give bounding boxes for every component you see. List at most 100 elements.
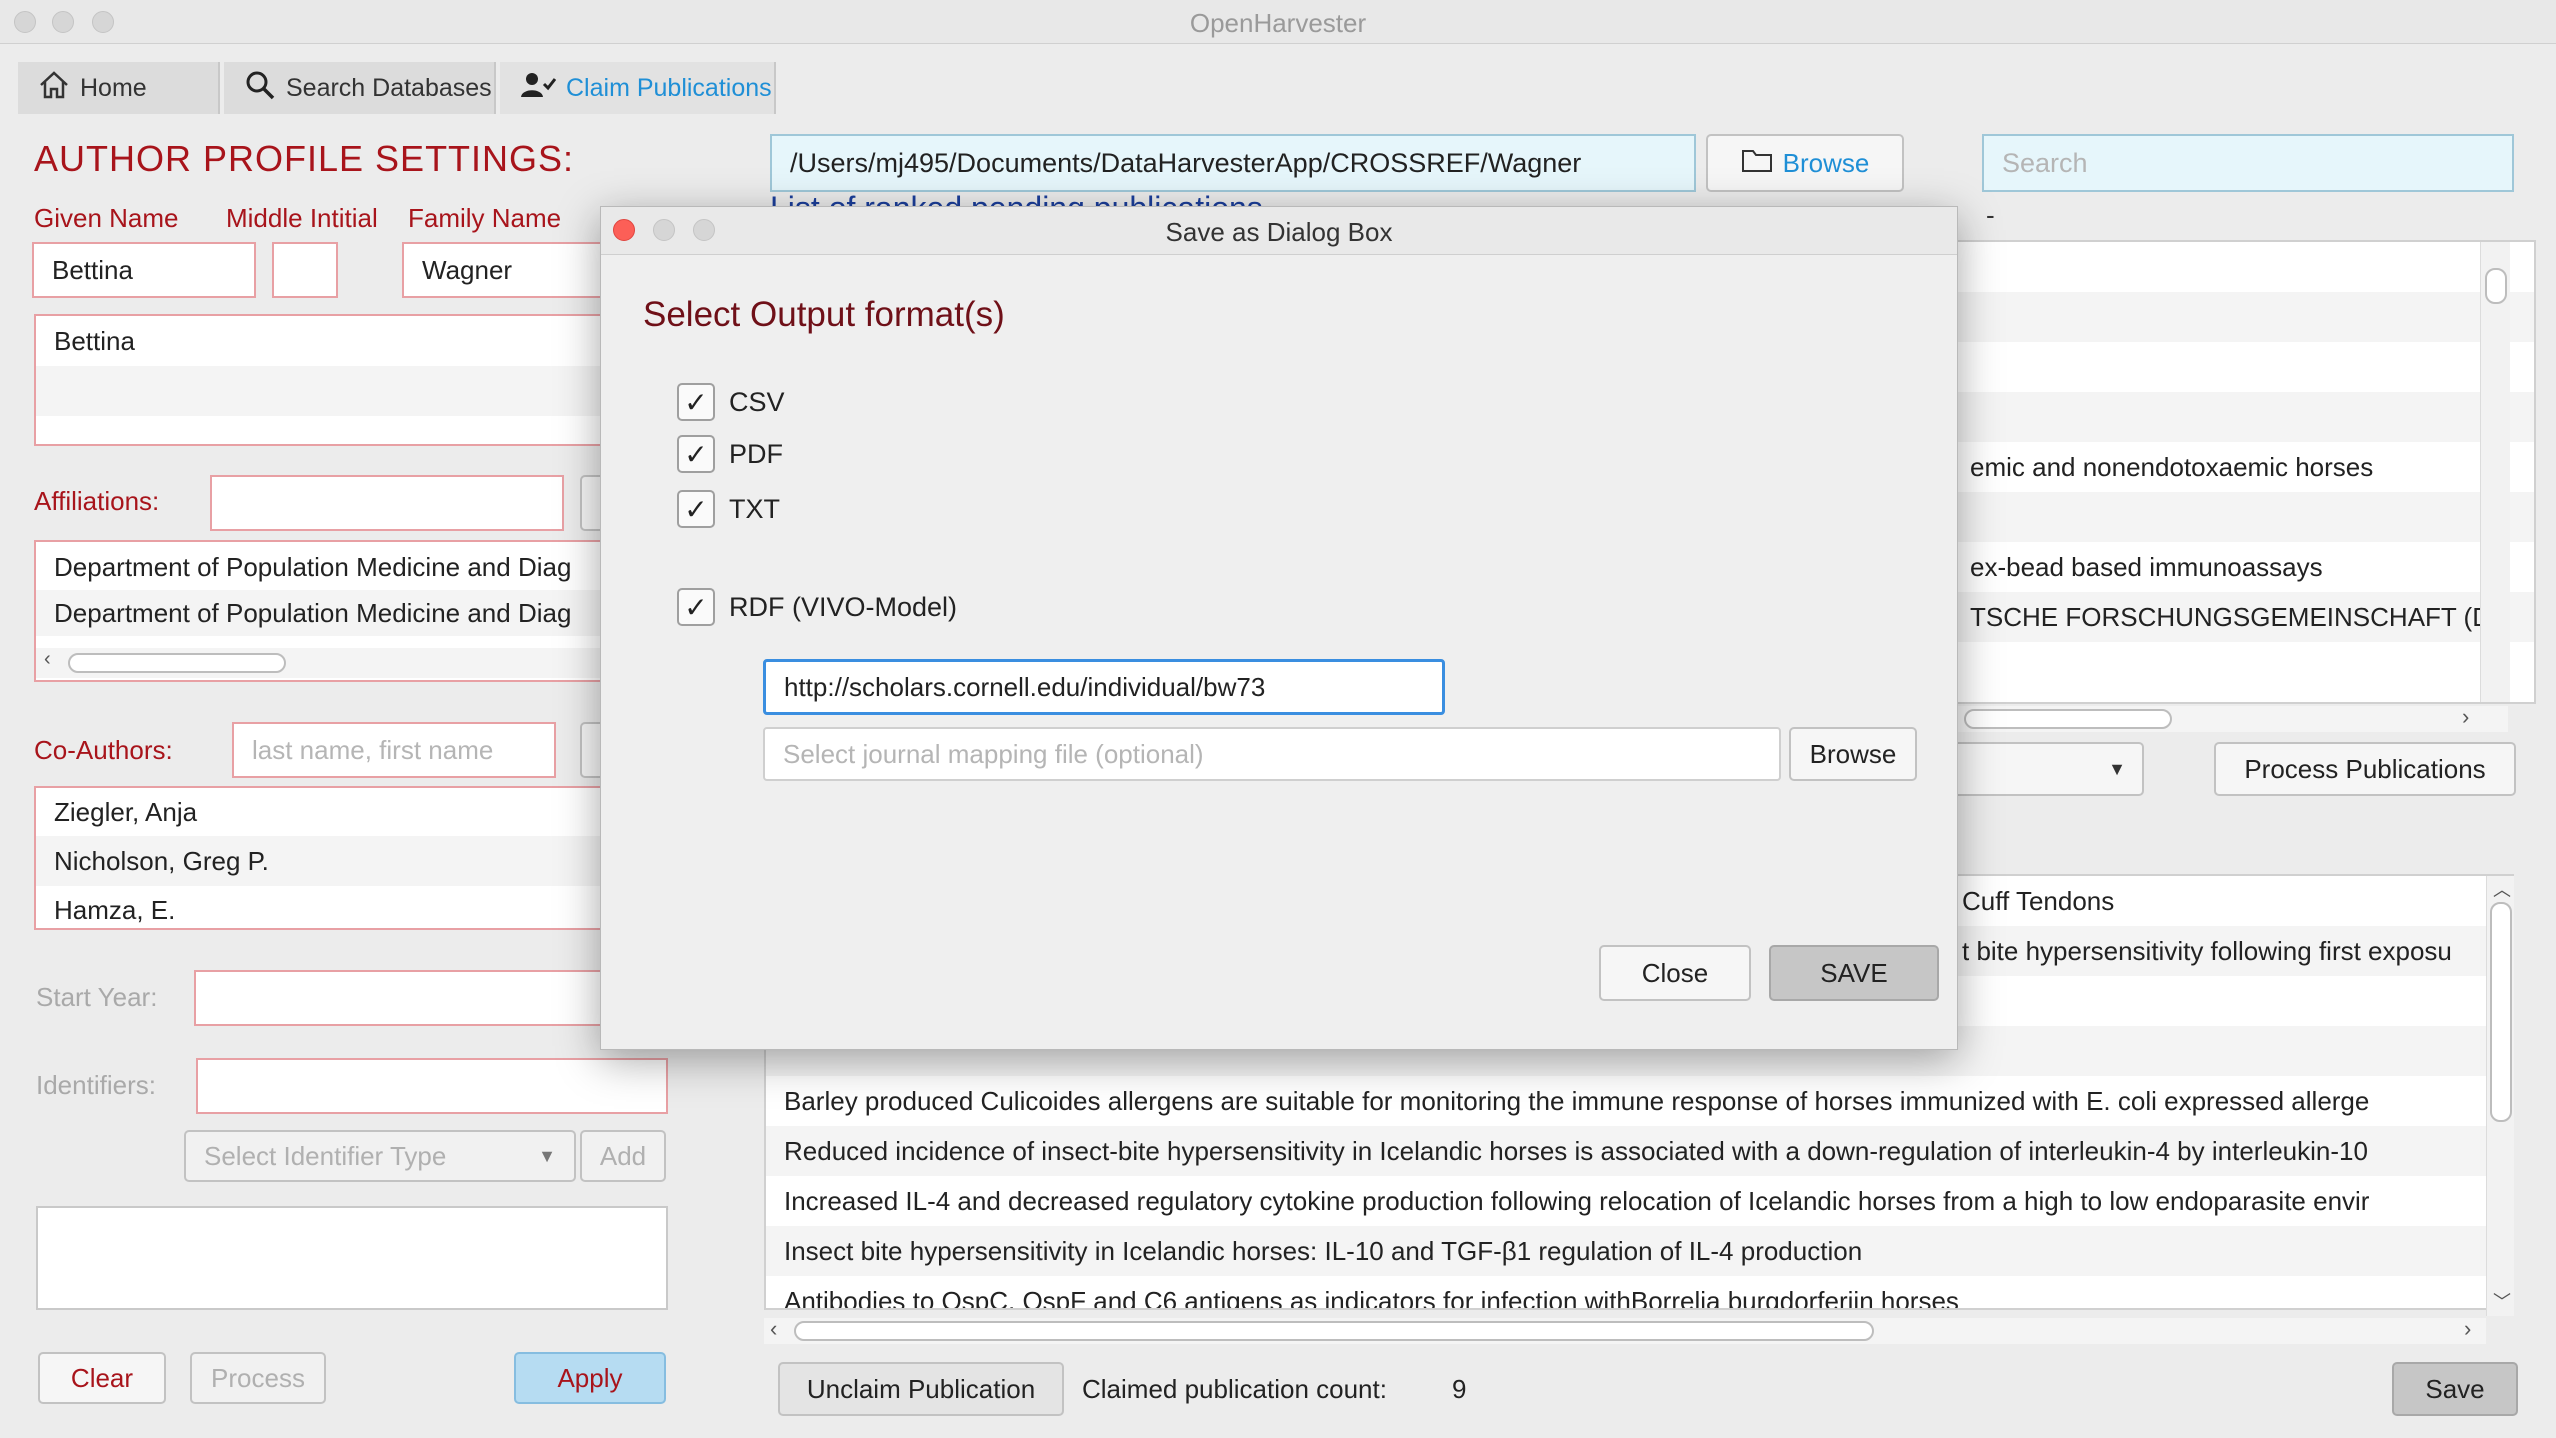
- search-input[interactable]: Search: [1982, 134, 2514, 192]
- list-item[interactable]: [1952, 492, 2534, 542]
- pdf-checkbox[interactable]: ✓: [677, 435, 715, 473]
- author-profile-heading: AUTHOR PROFILE SETTINGS:: [34, 138, 575, 179]
- check-icon: ✓: [684, 493, 708, 525]
- list-item[interactable]: [1952, 342, 2534, 392]
- scroll-left-icon[interactable]: ‹: [44, 648, 51, 671]
- list-item[interactable]: Nicholson, Greg P.: [36, 836, 622, 886]
- tab-claim-publications-label: Claim Publications: [566, 73, 772, 102]
- scrollbar-thumb[interactable]: [2490, 902, 2512, 1122]
- identifiers-list[interactable]: [36, 1206, 668, 1310]
- scroll-down-icon[interactable]: ﹀: [2493, 1288, 2511, 1314]
- list-item[interactable]: Reduced incidence of insect-bite hyperse…: [766, 1126, 2512, 1176]
- list-item[interactable]: Increased IL-4 and decreased regulatory …: [766, 1176, 2512, 1226]
- ranked-vscrollbar[interactable]: [2480, 242, 2510, 702]
- vivo-uri-field[interactable]: http://scholars.cornell.edu/individual/b…: [763, 659, 1445, 715]
- window-title: OpenHarvester: [1189, 8, 1367, 38]
- dialog-save-button[interactable]: SAVE: [1769, 945, 1939, 1001]
- scrollbar-thumb[interactable]: [794, 1321, 1874, 1341]
- apply-button[interactable]: Apply: [514, 1352, 666, 1404]
- co-authors-list[interactable]: Ziegler, Anja Nicholson, Greg P. Hamza, …: [34, 786, 624, 930]
- claimed-vscrollbar[interactable]: ︿ ﹀: [2486, 876, 2514, 1316]
- browse-path-label: Browse: [1782, 147, 1870, 178]
- clear-button[interactable]: Clear: [38, 1352, 166, 1404]
- user-check-icon: [520, 70, 557, 107]
- check-icon: ✓: [684, 438, 708, 470]
- format-rdf-option[interactable]: ✓ RDF (VIVO-Model): [677, 588, 957, 626]
- list-item[interactable]: ex-bead based immunoassays: [1952, 542, 2534, 592]
- txt-checkbox[interactable]: ✓: [677, 490, 715, 528]
- list-item[interactable]: TSCHE FORSCHUNGSGEMEINSCHAFT (DF: [1952, 592, 2534, 642]
- identifier-type-value: Select Identifier Type: [204, 1140, 447, 1171]
- process-button[interactable]: Process: [190, 1352, 326, 1404]
- affiliations-hscrollbar[interactable]: ‹: [36, 648, 624, 678]
- list-item[interactable]: Ziegler, Anja: [36, 788, 622, 836]
- list-item: [36, 366, 622, 416]
- csv-label: CSV: [729, 386, 785, 417]
- check-icon: ✓: [684, 386, 708, 418]
- list-item[interactable]: Department of Population Medicine and Di…: [36, 544, 622, 590]
- co-author-input[interactable]: last name, first name: [232, 722, 556, 778]
- tab-search-databases[interactable]: Search Databases: [224, 62, 496, 114]
- name-variants-list[interactable]: Bettina: [34, 314, 624, 446]
- add-identifier-button[interactable]: Add: [580, 1130, 666, 1182]
- harvest-path-field[interactable]: /Users/mj495/Documents/DataHarvesterApp/…: [770, 134, 1696, 192]
- start-year-label: Start Year:: [36, 982, 158, 1012]
- tab-claim-publications[interactable]: Claim Publications: [500, 62, 776, 114]
- start-year-field[interactable]: [194, 970, 614, 1026]
- identifier-field[interactable]: [196, 1058, 668, 1114]
- middle-initial-field[interactable]: [272, 242, 338, 298]
- scroll-right-icon[interactable]: ›: [2464, 1316, 2471, 1342]
- mapping-browse-button[interactable]: Browse: [1789, 727, 1917, 781]
- given-name-label: Given Name: [34, 203, 179, 233]
- ranked-hscrollbar[interactable]: ›: [1952, 704, 2508, 732]
- list-item[interactable]: Insect bite hypersensitivity in Icelandi…: [766, 1226, 2512, 1276]
- list-item[interactable]: Antibodies to OspC, OspF and C6 antigens…: [766, 1276, 2512, 1309]
- rdf-checkbox[interactable]: ✓: [677, 588, 715, 626]
- list-item[interactable]: Bettina: [36, 316, 622, 366]
- chevron-down-icon: ▼: [2108, 758, 2126, 779]
- csv-checkbox[interactable]: ✓: [677, 383, 715, 421]
- list-item[interactable]: Hamza, E.: [36, 886, 622, 928]
- list-item[interactable]: emic and nonendotoxaemic horses: [1952, 442, 2534, 492]
- affiliations-list[interactable]: Department of Population Medicine and Di…: [34, 540, 624, 682]
- scrollbar-thumb[interactable]: [1964, 709, 2172, 729]
- list-item[interactable]: [1952, 242, 2534, 292]
- dialog-close-action-button[interactable]: Close: [1599, 945, 1751, 1001]
- ranked-publications-list[interactable]: emic and nonendotoxaemic horses ex-bead …: [1950, 240, 2536, 704]
- list-item[interactable]: Barley produced Culicoides allergens are…: [766, 1076, 2512, 1126]
- affiliation-input[interactable]: [210, 475, 564, 531]
- list-item[interactable]: [1952, 292, 2534, 342]
- tab-home[interactable]: Home: [18, 62, 220, 114]
- txt-label: TXT: [729, 493, 780, 524]
- format-csv-option[interactable]: ✓ CSV: [677, 383, 785, 421]
- save-button[interactable]: Save: [2392, 1362, 2518, 1416]
- claimed-hscrollbar[interactable]: ‹ ›: [764, 1316, 2486, 1344]
- process-publications-button[interactable]: Process Publications: [2214, 742, 2516, 796]
- format-txt-option[interactable]: ✓ TXT: [677, 490, 780, 528]
- folder-icon: [1741, 147, 1773, 180]
- co-authors-label: Co-Authors:: [34, 735, 173, 765]
- identifiers-label: Identifiers:: [36, 1070, 156, 1100]
- middle-initial-label: Middle Intitial: [226, 203, 378, 233]
- identifier-type-select[interactable]: Select Identifier Type ▼: [184, 1130, 576, 1182]
- scroll-right-icon[interactable]: ›: [2462, 704, 2469, 730]
- given-name-field[interactable]: Bettina: [32, 242, 256, 298]
- claimed-count-value: 9: [1452, 1374, 1467, 1404]
- family-name-field[interactable]: Wagner: [402, 242, 622, 298]
- scroll-left-icon[interactable]: ‹: [770, 1316, 777, 1342]
- unclaim-publication-button[interactable]: Unclaim Publication: [778, 1362, 1064, 1416]
- format-pdf-option[interactable]: ✓ PDF: [677, 435, 783, 473]
- search-icon: [244, 69, 276, 108]
- affiliations-label: Affiliations:: [34, 486, 160, 516]
- scrollbar-thumb[interactable]: [68, 653, 286, 673]
- journal-mapping-field[interactable]: Select journal mapping file (optional): [763, 727, 1781, 781]
- browse-path-button[interactable]: Browse: [1706, 134, 1904, 192]
- list-item[interactable]: [1952, 392, 2534, 442]
- save-as-dialog: Save as Dialog Box Select Output format(…: [600, 206, 1958, 1050]
- publication-filter-select[interactable]: ▼: [1950, 742, 2144, 796]
- scrollbar-thumb[interactable]: [2485, 268, 2507, 304]
- output-format-heading: Select Output format(s): [643, 295, 1005, 334]
- ranked-count-dash: -: [1986, 200, 1995, 230]
- list-item[interactable]: Department of Population Medicine and Di…: [36, 590, 622, 636]
- scroll-up-icon[interactable]: ︿: [2493, 876, 2511, 902]
